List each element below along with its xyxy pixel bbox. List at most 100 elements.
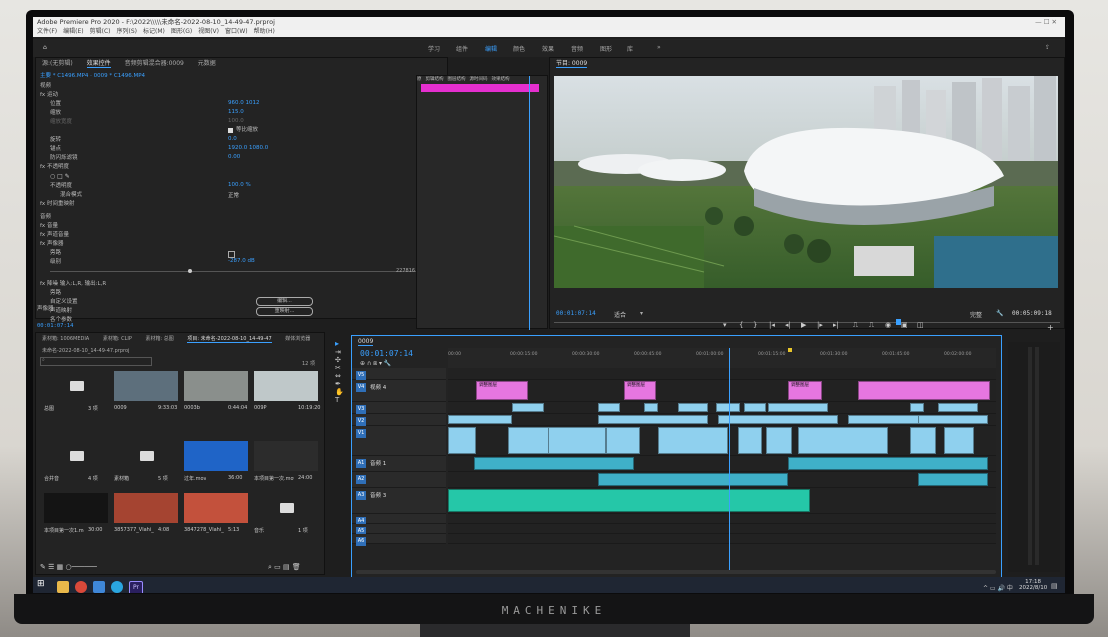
menu-item-3[interactable]: 序列(S) (117, 28, 138, 35)
pencil-icon[interactable]: ✎ (40, 563, 46, 571)
extract-icon[interactable]: ⎍ (869, 321, 874, 330)
track-target-badge[interactable]: V5 (356, 371, 366, 380)
go-to-in-icon[interactable]: |◂ (769, 321, 775, 329)
folder-icon[interactable] (70, 451, 84, 461)
timeline-ruler[interactable]: 00:00 00:00:15:00 00:00:30:00 00:00:45:00 00… (448, 348, 996, 368)
tab-project[interactable]: 项目: 未命名-2022-08-10_14-49-47 (187, 336, 272, 343)
timeline-clip[interactable]: 调整图层 (476, 381, 528, 400)
timeline-clip[interactable] (918, 415, 988, 424)
tray-icons[interactable]: ^ ▭ 🔊 中 (983, 583, 1013, 592)
level-slider[interactable] (50, 271, 430, 272)
workspace-learn[interactable]: 学习 (428, 44, 440, 53)
clip-thumbnail[interactable] (114, 493, 178, 523)
menu-item-8[interactable]: 帮助(H) (254, 28, 275, 35)
effect-time-remap[interactable]: fx 时间重映射 (40, 200, 74, 209)
chrome-icon[interactable] (75, 581, 87, 593)
timeline-clip[interactable] (910, 403, 924, 412)
effect-volume[interactable]: fx 音量 (40, 222, 58, 231)
fit-select[interactable]: 适合 (614, 310, 626, 319)
tab-media-browser[interactable]: 媒体浏览器 (285, 336, 310, 342)
mark-out-icon[interactable]: } (753, 321, 757, 329)
clip-thumbnail[interactable] (184, 441, 248, 471)
effect-controls-timecode[interactable]: 00:01:07:14 (37, 323, 73, 329)
timeline-clip[interactable] (474, 457, 634, 470)
folder-icon[interactable] (140, 451, 154, 461)
program-timecode[interactable]: 00:01:07:14 (556, 310, 596, 317)
timeline-clip[interactable] (744, 403, 766, 412)
add-marker-icon[interactable]: ▾ (723, 321, 727, 329)
timeline-clip[interactable] (644, 403, 658, 412)
track-target-badge[interactable]: V1 (356, 429, 366, 438)
quality-select[interactable]: 完整 (970, 310, 982, 319)
blend-mode-select[interactable]: 正常 (228, 191, 239, 199)
tab-bin-zongtu[interactable]: 素材箱: 总图 (145, 336, 173, 342)
edit-button[interactable]: 编辑... (256, 297, 313, 306)
mark-in-icon[interactable]: { (739, 321, 743, 329)
icon-view-icon[interactable]: ▦ (57, 563, 64, 571)
timeline-clip[interactable] (512, 403, 544, 412)
program-title[interactable]: 节目: 0009 (556, 60, 588, 68)
track-lane[interactable] (448, 368, 996, 380)
timeline-clip[interactable] (448, 427, 476, 454)
timeline-clip[interactable] (738, 427, 762, 454)
share-icon[interactable]: ⇪ (1045, 44, 1050, 51)
effect-opacity[interactable]: fx 不透明度 (40, 163, 69, 172)
menu-item-1[interactable]: 编辑(E) (63, 28, 83, 35)
track-header-v4[interactable]: V4 视频 4 (352, 380, 446, 402)
effect-motion[interactable]: fx 运动 (40, 91, 58, 100)
timeline-clip[interactable] (598, 403, 620, 412)
timeline-clip[interactable] (798, 427, 888, 454)
track-header-a3[interactable]: A3 音频 3 (352, 488, 446, 514)
ripple-edit-icon[interactable]: ✣ (335, 356, 345, 364)
value-position[interactable]: 960.0 1012 (228, 100, 260, 106)
workspace-color[interactable]: 颜色 (513, 44, 525, 53)
timeline-clip[interactable] (910, 427, 936, 454)
list-view-icon[interactable]: ☰ (48, 563, 54, 571)
timeline-timecode[interactable]: 00:01:07:14 (360, 349, 413, 358)
folder-icon[interactable] (280, 503, 294, 513)
level-slider-handle[interactable] (188, 269, 192, 273)
track-header-a1[interactable]: A1 音频 1 (352, 456, 446, 472)
timeline-clip[interactable] (548, 427, 606, 454)
more-workspaces-icon[interactable]: » (657, 44, 661, 51)
timeline-clip[interactable] (848, 415, 928, 424)
timeline-clip[interactable]: 调整图层 (788, 381, 822, 400)
selection-tool-icon[interactable]: ▸ (335, 339, 345, 348)
timeline-clip[interactable]: 调整图层 (624, 381, 656, 400)
bypass-checkbox[interactable] (228, 251, 235, 258)
clip-thumbnail[interactable] (184, 493, 248, 523)
timeline-playhead[interactable] (729, 348, 730, 570)
menu-item-5[interactable]: 图形(G) (171, 28, 192, 35)
value-opacity[interactable]: 100.0 % (228, 182, 251, 188)
workspace-graphics[interactable]: 图形 (600, 44, 612, 53)
timeline-clip[interactable] (678, 403, 708, 412)
comparison-view-icon[interactable]: ▣ (901, 321, 908, 329)
mini-clip-bar[interactable] (421, 84, 539, 92)
windows-start-icon[interactable]: ⊞ (37, 579, 49, 591)
timeline-clip[interactable] (598, 473, 788, 486)
track-header-a4[interactable]: A4 (352, 514, 446, 526)
track-target-badge[interactable]: A2 (356, 475, 366, 484)
workspace-audio[interactable]: 音频 (571, 44, 583, 53)
marker-icon[interactable] (788, 348, 792, 352)
premiere-icon[interactable]: Pr (129, 581, 143, 593)
track-target-badge[interactable]: V2 (356, 417, 366, 426)
menu-item-7[interactable]: 窗口(W) (225, 28, 248, 35)
track-target-badge[interactable]: V4 (356, 383, 366, 392)
mini-tab-3[interactable]: 源时间码 (470, 77, 488, 82)
timeline-clip[interactable] (788, 457, 988, 470)
track-header-a2[interactable]: A2 (352, 472, 446, 488)
track-header-v5[interactable]: V5 (352, 368, 446, 380)
mini-tab-4[interactable]: 效果结构 (492, 77, 510, 82)
timeline-tab[interactable]: 0009 (358, 338, 374, 346)
timeline-clip[interactable] (768, 403, 828, 412)
timeline-tool-icons[interactable]: ⊕ ∩ ⧈ ▾ 🔧 (360, 360, 391, 368)
safe-margins-icon[interactable]: ◫ (917, 321, 924, 329)
home-icon[interactable]: ⌂ (43, 44, 47, 51)
window-controls[interactable]: — ☐ ✕ (1035, 17, 1057, 27)
app-icon[interactable] (93, 581, 105, 593)
play-icon[interactable]: ▶ (801, 321, 806, 329)
file-explorer-icon[interactable] (57, 581, 69, 593)
step-forward-icon[interactable]: |▸ (817, 321, 823, 329)
value-level[interactable]: -287.0 dB (228, 258, 255, 264)
